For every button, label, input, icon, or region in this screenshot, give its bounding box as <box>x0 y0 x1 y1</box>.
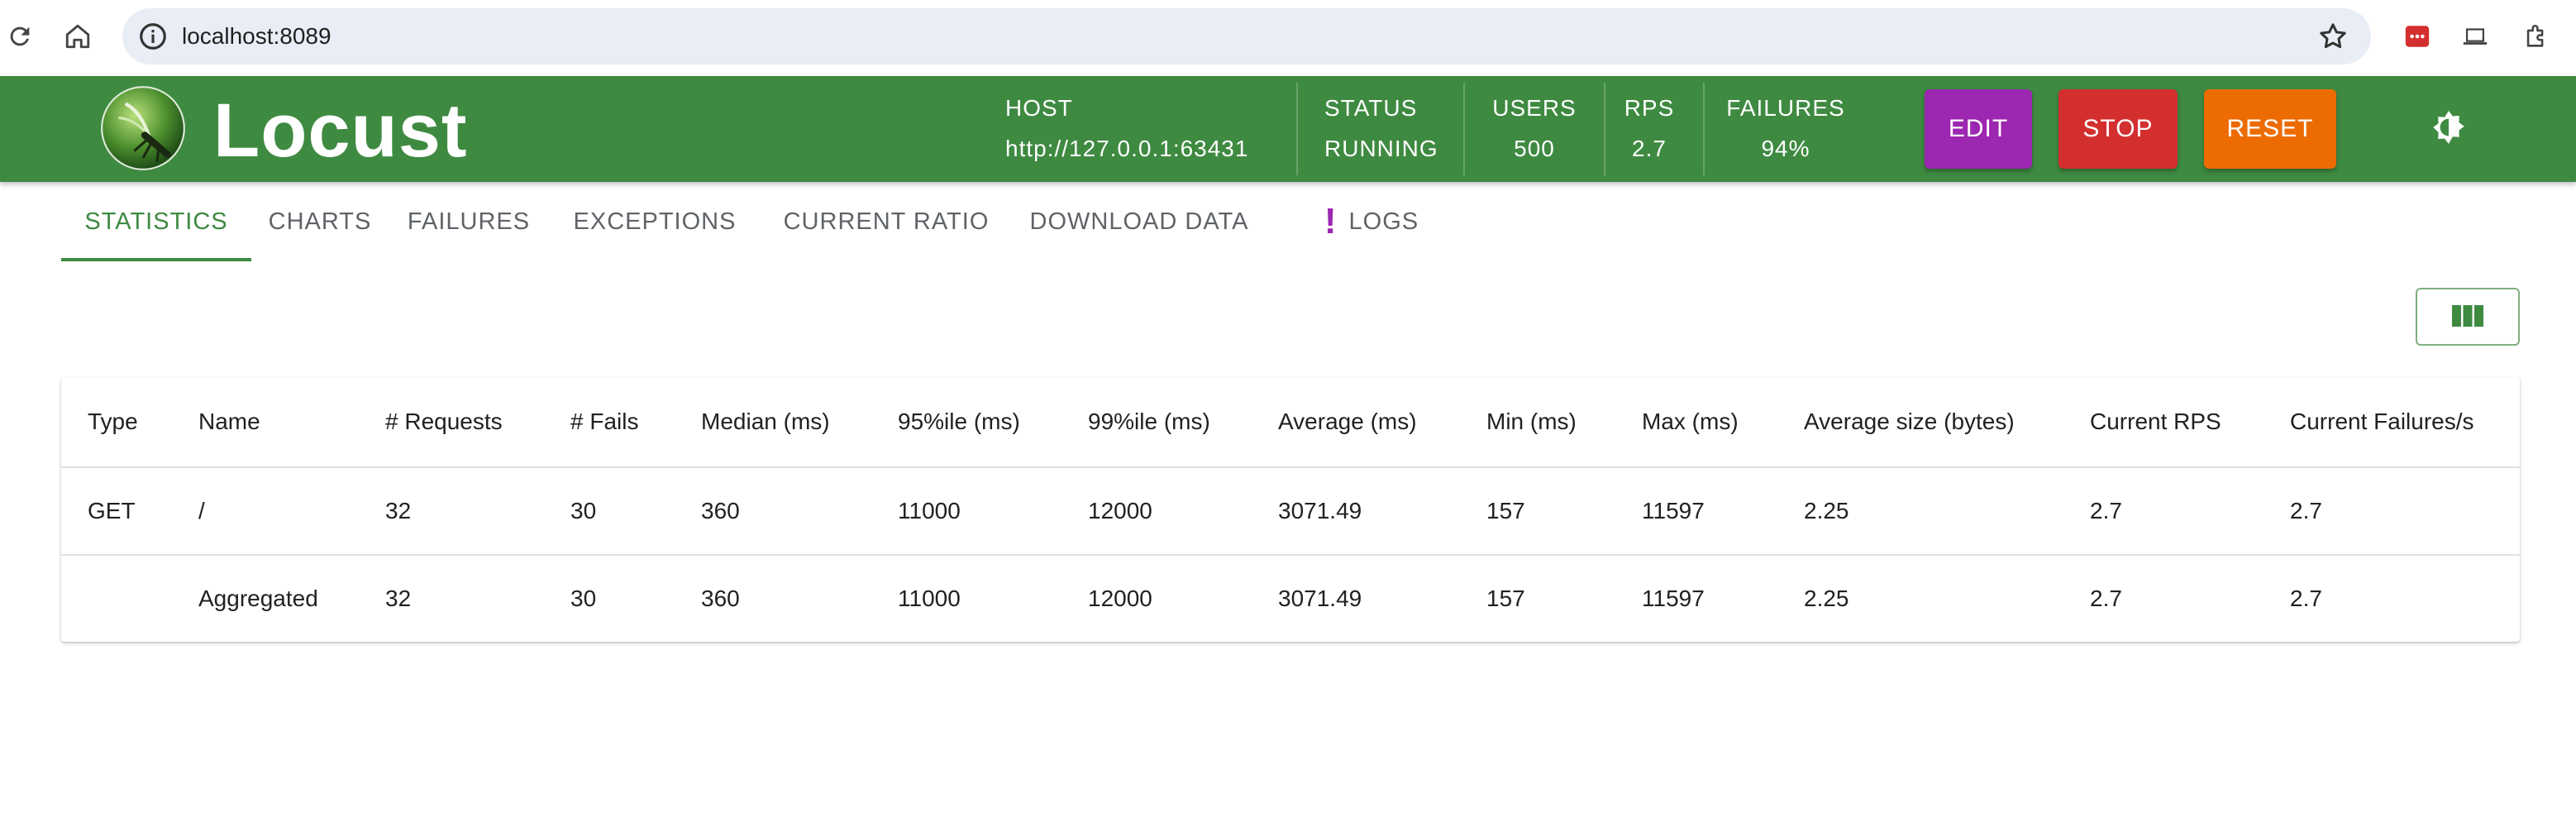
table-header-row: Type Name # Requests # Fails Median (ms)… <box>61 377 2520 468</box>
reload-icon[interactable] <box>0 17 40 56</box>
reset-button[interactable]: RESET <box>2204 89 2336 169</box>
rps-label: RPS <box>1624 95 1675 121</box>
table-cell: 2.7 <box>2090 498 2122 523</box>
column-header[interactable]: Current Failures/s <box>2290 377 2474 466</box>
host-value: http://127.0.0.1:63431 <box>1005 136 1249 161</box>
table-row[interactable]: GET / 32 30 360 11000 12000 3071.49 157 … <box>61 468 2520 556</box>
table-cell: 12000 <box>1088 586 1152 611</box>
locust-logo-icon[interactable] <box>99 84 187 172</box>
table-cell: 2.7 <box>2290 586 2322 611</box>
status-value: RUNNING <box>1324 136 1438 161</box>
edit-button[interactable]: EDIT <box>1925 89 2032 169</box>
users-value: 500 <box>1514 136 1555 161</box>
table-cell: 11597 <box>1642 498 1705 523</box>
tab-logs-label: LOGS <box>1348 208 1419 235</box>
column-header[interactable]: 95%ile (ms) <box>898 377 1020 466</box>
table-cell: GET <box>88 498 136 523</box>
stat-status: STATUS RUNNING <box>1324 93 1438 165</box>
table-cell: 360 <box>701 498 740 523</box>
table-cell: 11000 <box>898 498 961 523</box>
host-label: HOST <box>1005 95 1073 121</box>
table-cell: 2.25 <box>1804 586 1849 611</box>
stat-rps: RPS 2.7 <box>1622 93 1677 165</box>
table-cell: 2.7 <box>2290 498 2322 523</box>
device-icon[interactable] <box>2455 17 2495 56</box>
columns-icon <box>2451 304 2484 330</box>
table-cell: Aggregated <box>198 586 318 611</box>
home-icon[interactable] <box>58 17 98 56</box>
table-cell: 11597 <box>1642 586 1705 611</box>
divider <box>1604 83 1605 175</box>
table-cell: 3071.49 <box>1278 586 1362 611</box>
table-cell: 3071.49 <box>1278 498 1362 523</box>
table-cell: 157 <box>1486 498 1525 523</box>
tab-current-ratio[interactable]: CURRENT RATIO <box>761 182 1012 261</box>
stop-button[interactable]: STOP <box>2058 89 2178 169</box>
column-header[interactable]: Average (ms) <box>1278 377 1417 466</box>
table-cell: 2.7 <box>2090 586 2122 611</box>
statistics-table: Type Name # Requests # Fails Median (ms)… <box>61 377 2520 642</box>
table-cell: 30 <box>570 586 597 611</box>
column-header[interactable]: # Fails <box>570 377 638 466</box>
address-bar[interactable]: localhost:8089 <box>122 8 2371 65</box>
failures-value: 94% <box>1761 136 1810 161</box>
table-cell: 360 <box>701 586 740 611</box>
extensions-icon[interactable] <box>2516 17 2556 56</box>
divider <box>1296 83 1298 175</box>
tab-download-data[interactable]: DOWNLOAD DATA <box>1012 182 1267 261</box>
table-cell: 30 <box>570 498 597 523</box>
table-cell: 12000 <box>1088 498 1152 523</box>
tab-logs[interactable]: ! LOGS <box>1293 182 1450 261</box>
status-label: STATUS <box>1324 95 1418 121</box>
column-header[interactable]: Median (ms) <box>701 377 830 466</box>
column-header[interactable]: Name <box>198 377 260 466</box>
table-cell: 32 <box>385 586 412 611</box>
table-cell: / <box>198 498 205 523</box>
users-label: USERS <box>1492 95 1577 121</box>
column-header[interactable]: Current RPS <box>2090 377 2221 466</box>
tab-failures[interactable]: FAILURES <box>389 182 549 261</box>
info-icon[interactable] <box>137 21 169 52</box>
active-tab-indicator <box>61 258 251 261</box>
table-cell: 2.25 <box>1804 498 1849 523</box>
table-row[interactable]: Aggregated 32 30 360 11000 12000 3071.49… <box>61 556 2520 642</box>
bookmark-star-icon[interactable] <box>2316 20 2349 53</box>
column-header[interactable]: Average size (bytes) <box>1804 377 2015 466</box>
table-cell: 11000 <box>898 586 961 611</box>
column-header[interactable]: Max (ms) <box>1642 377 1739 466</box>
stat-users: USERS 500 <box>1488 93 1581 165</box>
divider <box>1703 83 1705 175</box>
column-header[interactable]: Type <box>88 377 138 466</box>
tab-charts[interactable]: CHARTS <box>251 182 389 261</box>
logs-alert-badge: ! <box>1324 201 1338 241</box>
column-header[interactable]: Min (ms) <box>1486 377 1577 466</box>
column-selector-button[interactable] <box>2416 288 2520 346</box>
divider <box>1463 83 1465 175</box>
stat-failures: FAILURES 94% <box>1726 93 1845 165</box>
address-url[interactable]: localhost:8089 <box>182 20 332 53</box>
password-manager-icon[interactable] <box>2397 17 2437 56</box>
column-header[interactable]: 99%ile (ms) <box>1088 377 1210 466</box>
app-title: Locust <box>213 88 468 173</box>
app-header: Locust HOST http://127.0.0.1:63431 STATU… <box>0 76 2576 182</box>
tab-exceptions[interactable]: EXCEPTIONS <box>549 182 761 261</box>
stat-host: HOST http://127.0.0.1:63431 <box>1005 93 1248 165</box>
table-cell: 32 <box>385 498 412 523</box>
column-header[interactable]: # Requests <box>385 377 503 466</box>
table-cell: 157 <box>1486 586 1525 611</box>
tab-statistics[interactable]: STATISTICS <box>61 182 251 261</box>
failures-label: FAILURES <box>1726 95 1845 121</box>
rps-value: 2.7 <box>1632 136 1667 161</box>
browser-toolbar: localhost:8089 <box>0 0 2576 76</box>
theme-toggle-icon[interactable] <box>2429 108 2469 147</box>
